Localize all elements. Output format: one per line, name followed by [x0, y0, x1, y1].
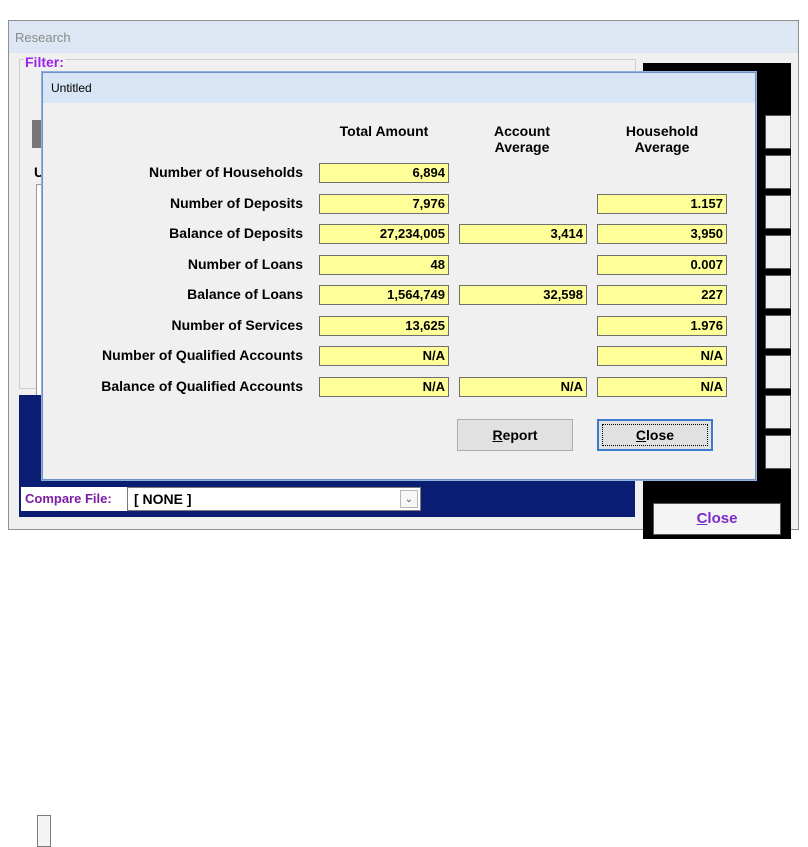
menu-close-mnemonic: C: [696, 510, 708, 527]
household-average-field[interactable]: 227: [597, 285, 727, 305]
household-average-field[interactable]: N/A: [597, 377, 727, 397]
household-average-field[interactable]: 1.157: [597, 194, 727, 214]
column-header-account-average: Account Average: [494, 123, 550, 155]
menu-close-label: lose: [707, 510, 738, 527]
menu-button[interactable]: [765, 275, 791, 309]
close-button[interactable]: Close: [597, 419, 713, 451]
household-average-field[interactable]: N/A: [597, 346, 727, 366]
row-label: Number of Qualified Accounts: [102, 347, 303, 363]
navy-panel-side-button[interactable]: [37, 815, 51, 847]
account-average-field[interactable]: 32,598: [459, 285, 587, 305]
compare-file-select[interactable]: [ NONE ] ⌄: [127, 487, 421, 511]
total-amount-field[interactable]: 27,234,005: [319, 224, 449, 244]
menu-button[interactable]: [765, 395, 791, 429]
total-amount-field[interactable]: 48: [319, 255, 449, 275]
chevron-down-icon[interactable]: ⌄: [400, 490, 418, 508]
menu-button[interactable]: [765, 435, 791, 469]
report-label: eport: [502, 427, 538, 443]
column-header-household-average: Household Average: [625, 123, 699, 155]
compare-file-value: [ NONE ]: [134, 491, 192, 507]
total-amount-field[interactable]: 6,894: [319, 163, 449, 183]
total-amount-field[interactable]: 7,976: [319, 194, 449, 214]
row-label: Number of Households: [148, 164, 303, 180]
filter-label: Filter:: [24, 54, 65, 70]
row-label: Balance of Qualified Accounts: [101, 378, 303, 394]
row-label: Number of Deposits: [169, 195, 303, 211]
household-average-field[interactable]: 0.007: [597, 255, 727, 275]
row-label: Balance of Loans: [187, 286, 303, 302]
total-amount-field[interactable]: N/A: [319, 377, 449, 397]
account-average-field[interactable]: 3,414: [459, 224, 587, 244]
research-titlebar: Research: [9, 21, 798, 53]
focus-rect: [602, 424, 708, 446]
column-header-total-amount: Total Amount: [339, 123, 429, 139]
row-label: Balance of Deposits: [169, 225, 303, 241]
account-average-field[interactable]: N/A: [459, 377, 587, 397]
dialog-title: Untitled: [51, 81, 92, 95]
total-amount-field[interactable]: 1,564,749: [319, 285, 449, 305]
compare-file-label: Compare File:: [21, 487, 127, 511]
report-button[interactable]: Report: [457, 419, 573, 451]
research-window-title: Research: [15, 30, 71, 45]
menu-button[interactable]: [765, 195, 791, 229]
menu-button[interactable]: [765, 115, 791, 149]
menu-button[interactable]: [765, 315, 791, 349]
row-label: Number of Loans: [187, 256, 303, 272]
dialog-titlebar: Untitled: [43, 73, 755, 103]
report-mnemonic: R: [492, 427, 503, 443]
menu-button[interactable]: [765, 155, 791, 189]
household-average-field[interactable]: 3,950: [597, 224, 727, 244]
total-amount-field[interactable]: N/A: [319, 346, 449, 366]
household-average-field[interactable]: 1.976: [597, 316, 727, 336]
row-label: Number of Services: [171, 317, 304, 333]
menu-close-button[interactable]: Close: [653, 503, 781, 535]
total-amount-field[interactable]: 13,625: [319, 316, 449, 336]
menu-button[interactable]: [765, 235, 791, 269]
menu-button[interactable]: [765, 355, 791, 389]
statistics-dialog: Untitled Total Amount Account Average Ho…: [42, 72, 756, 480]
